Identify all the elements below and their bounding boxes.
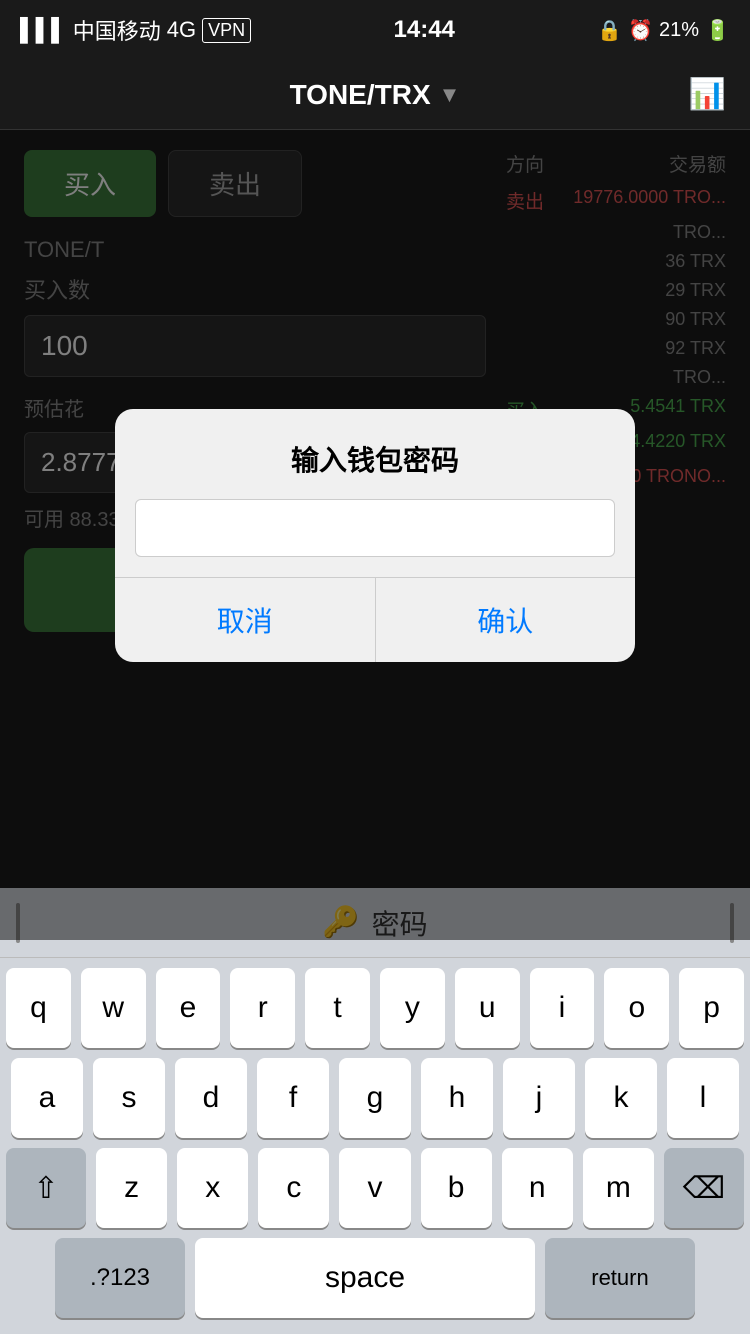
dialog-title: 输入钱包密码: [115, 409, 635, 499]
shift-key[interactable]: ⇧: [6, 1148, 86, 1228]
status-bar: ▌▌▌ 中国移动 4G VPN 14:44 🔒 ⏰ 21% 🔋: [0, 0, 750, 60]
key-b[interactable]: b: [421, 1148, 492, 1228]
key-s[interactable]: s: [93, 1058, 165, 1138]
dialog-buttons: 取消 确认: [115, 577, 635, 662]
cancel-button[interactable]: 取消: [115, 578, 376, 662]
key-q[interactable]: q: [6, 968, 71, 1048]
key-u[interactable]: u: [455, 968, 520, 1048]
key-x[interactable]: x: [177, 1148, 248, 1228]
numeric-key[interactable]: .?123: [55, 1238, 185, 1318]
password-input[interactable]: [135, 499, 615, 557]
key-a[interactable]: a: [11, 1058, 83, 1138]
password-dialog: 输入钱包密码 取消 确认: [115, 409, 635, 662]
key-m[interactable]: m: [583, 1148, 654, 1228]
key-row-1: q w e r t y u i o p: [6, 968, 744, 1048]
key-z[interactable]: z: [96, 1148, 167, 1228]
key-row-2: a s d f g h j k l: [6, 1058, 744, 1138]
key-p[interactable]: p: [679, 968, 744, 1048]
keyboard-area: 🔑 密码 q w e r t y u i o p a s d f g h j k: [0, 888, 750, 1334]
key-o[interactable]: o: [604, 968, 669, 1048]
status-right: 🔒 ⏰ 21% 🔋: [597, 18, 730, 43]
key-c[interactable]: c: [258, 1148, 329, 1228]
key-l[interactable]: l: [667, 1058, 739, 1138]
key-row-4: .?123 space return: [6, 1238, 744, 1318]
key-y[interactable]: y: [380, 968, 445, 1048]
key-i[interactable]: i: [530, 968, 595, 1048]
key-n[interactable]: n: [502, 1148, 573, 1228]
status-left: ▌▌▌ 中国移动 4G VPN: [20, 14, 251, 46]
battery-label: 21%: [659, 19, 699, 42]
key-j[interactable]: j: [503, 1058, 575, 1138]
key-row-3: ⇧ z x c v b n m ⌫: [6, 1148, 744, 1228]
backspace-key[interactable]: ⌫: [664, 1148, 744, 1228]
vpn-label: VPN: [202, 18, 251, 43]
signal-icon: ▌▌▌: [20, 17, 67, 43]
dropdown-arrow: ▼: [439, 82, 461, 108]
battery-icon: 🔋: [705, 18, 730, 43]
keys-container: q w e r t y u i o p a s d f g h j k l ⇧ …: [0, 958, 750, 1334]
space-key[interactable]: space: [195, 1238, 535, 1318]
key-w[interactable]: w: [81, 968, 146, 1048]
key-g[interactable]: g: [339, 1058, 411, 1138]
header: TONE/TRX ▼ 📊: [0, 60, 750, 130]
key-f[interactable]: f: [257, 1058, 329, 1138]
pair-title[interactable]: TONE/TRX ▼: [290, 79, 461, 111]
confirm-button[interactable]: 确认: [376, 578, 636, 662]
key-d[interactable]: d: [175, 1058, 247, 1138]
key-t[interactable]: t: [305, 968, 370, 1048]
carrier-label: 中国移动: [73, 14, 161, 46]
key-v[interactable]: v: [339, 1148, 410, 1228]
trading-area: 买入 卖出 TONE/T 买入数 预估花 2.877793 TRX 可用 88.…: [0, 130, 750, 652]
key-k[interactable]: k: [585, 1058, 657, 1138]
network-label: 4G: [167, 17, 196, 43]
key-h[interactable]: h: [421, 1058, 493, 1138]
return-key[interactable]: return: [545, 1238, 695, 1318]
alarm-icon: ⏰: [628, 18, 653, 43]
key-r[interactable]: r: [230, 968, 295, 1048]
chart-icon[interactable]: 📊: [689, 77, 726, 112]
clock: 14:44: [394, 16, 455, 44]
key-e[interactable]: e: [156, 968, 221, 1048]
dialog-overlay: 输入钱包密码 取消 确认: [0, 130, 750, 940]
lock-icon: 🔒: [597, 18, 622, 43]
pair-label: TONE/TRX: [290, 79, 431, 111]
